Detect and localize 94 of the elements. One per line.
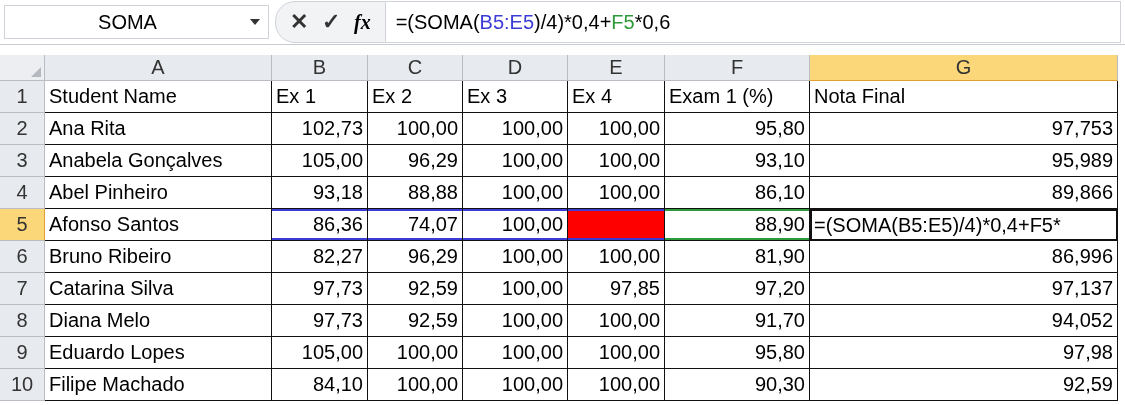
table-cell: 100,00 bbox=[568, 113, 665, 145]
table-cell: Student Name bbox=[45, 81, 272, 113]
table-cell: 93,10 bbox=[665, 145, 810, 177]
table-cell: 100,00 bbox=[463, 209, 568, 241]
column-header[interactable]: F bbox=[665, 55, 810, 81]
table-cell: Ex 2 bbox=[368, 81, 463, 113]
table-cell: 81,90 bbox=[665, 241, 810, 273]
enter-button[interactable]: ✓ bbox=[322, 9, 340, 35]
table-cell: 100,00 bbox=[463, 305, 568, 337]
table-cell: 100,00 bbox=[568, 337, 665, 369]
table-cell: Exam 1 (%) bbox=[665, 81, 810, 113]
table-cell: 88,90 bbox=[665, 209, 810, 241]
row-header[interactable]: 6 bbox=[0, 241, 45, 273]
column-header[interactable]: G bbox=[810, 55, 1118, 81]
row-header[interactable]: 3 bbox=[0, 145, 45, 177]
table-cell: 95,989 bbox=[810, 145, 1118, 177]
table-cell: Ex 3 bbox=[463, 81, 568, 113]
table-cell: 88,88 bbox=[368, 177, 463, 209]
table-cell: 100,00 bbox=[368, 337, 463, 369]
table-cell: 95,80 bbox=[665, 337, 810, 369]
table-cell: 100,00 bbox=[568, 177, 665, 209]
table-cell: Eduardo Lopes bbox=[45, 337, 272, 369]
table-cell: 100,00 bbox=[463, 113, 568, 145]
table-cell: 100,00 bbox=[463, 177, 568, 209]
table-cell: 100,00 bbox=[368, 369, 463, 401]
table-cell: 97,73 bbox=[272, 273, 368, 305]
row-header[interactable]: 8 bbox=[0, 305, 45, 337]
table-cell: 100,00 bbox=[568, 305, 665, 337]
column-header[interactable]: C bbox=[368, 55, 463, 81]
table-cell: 102,73 bbox=[272, 113, 368, 145]
row-header[interactable]: 7 bbox=[0, 273, 45, 305]
cell-editor[interactable]: =(SOMA(B5:E5)/4)*0,4+F5* bbox=[810, 209, 1118, 241]
table-cell: 96,29 bbox=[368, 241, 463, 273]
formula-field[interactable]: =(SOMA(B5:E5)/4)*0,4+F5*0,6 bbox=[385, 1, 1121, 43]
table-cell: Ex 4 bbox=[568, 81, 665, 113]
table-cell: 97,137 bbox=[810, 273, 1118, 305]
table-cell: 100,00 bbox=[463, 273, 568, 305]
table-cell: Anabela Gonçalves bbox=[45, 145, 272, 177]
table-cell: Nota Final bbox=[810, 81, 1118, 113]
table-cell: 100,00 bbox=[463, 337, 568, 369]
caret-icon[interactable] bbox=[250, 19, 260, 25]
table-cell: 90,30 bbox=[665, 369, 810, 401]
table-cell: 100,00 bbox=[568, 145, 665, 177]
table-cell: 91,70 bbox=[665, 305, 810, 337]
table-cell: Afonso Santos bbox=[45, 209, 272, 241]
table-cell: 86,36 bbox=[272, 209, 368, 241]
row-header[interactable]: 1 bbox=[0, 81, 45, 113]
cancel-button[interactable]: ✕ bbox=[290, 9, 308, 35]
corner-triangle-icon bbox=[31, 67, 41, 77]
table-cell: 86,10 bbox=[665, 177, 810, 209]
insert-function-button[interactable]: fx bbox=[354, 10, 371, 34]
table-cell: Diana Melo bbox=[45, 305, 272, 337]
table-cell: Ex 1 bbox=[272, 81, 368, 113]
table-cell: Catarina Silva bbox=[45, 273, 272, 305]
table-cell: 96,29 bbox=[368, 145, 463, 177]
table-cell: 97,753 bbox=[810, 113, 1118, 145]
table-cell: 86,996 bbox=[810, 241, 1118, 273]
table-cell: 82,27 bbox=[272, 241, 368, 273]
table-cell: 94,052 bbox=[810, 305, 1118, 337]
column-header[interactable]: B bbox=[272, 55, 368, 81]
table-cell: 92,59 bbox=[368, 273, 463, 305]
table-cell: 105,00 bbox=[272, 145, 368, 177]
table-cell: 100,00 bbox=[463, 369, 568, 401]
row-header[interactable]: 5 bbox=[0, 209, 45, 241]
table-cell: 89,866 bbox=[810, 177, 1118, 209]
table-cell: Bruno Ribeiro bbox=[45, 241, 272, 273]
table-cell: 97,20 bbox=[665, 273, 810, 305]
name-box-value: SOMA bbox=[97, 10, 158, 34]
table-cell: Abel Pinheiro bbox=[45, 177, 272, 209]
table-cell: 105,00 bbox=[272, 337, 368, 369]
table-cell: 97,73 bbox=[272, 305, 368, 337]
table-cell: 93,18 bbox=[272, 177, 368, 209]
table-cell: 92,59 bbox=[368, 305, 463, 337]
table-cell: 95,80 bbox=[665, 113, 810, 145]
table-cell: 92,59 bbox=[810, 369, 1118, 401]
table-cell: 74,07 bbox=[368, 209, 463, 241]
table-cell: 100,00 bbox=[463, 241, 568, 273]
column-header[interactable]: D bbox=[463, 55, 568, 81]
table-cell: 100,00 bbox=[568, 241, 665, 273]
table-cell: 97,98 bbox=[810, 337, 1118, 369]
row-header[interactable]: 10 bbox=[0, 369, 45, 401]
table-cell: Filipe Machado bbox=[45, 369, 272, 401]
row-header[interactable]: 2 bbox=[0, 113, 45, 145]
row-header[interactable]: 9 bbox=[0, 337, 45, 369]
table-cell: Ana Rita bbox=[45, 113, 272, 145]
column-header[interactable]: A bbox=[45, 55, 272, 81]
column-header[interactable]: E bbox=[568, 55, 665, 81]
table-cell: 84,10 bbox=[272, 369, 368, 401]
table-cell: 100,00 bbox=[368, 113, 463, 145]
row-header[interactable]: 4 bbox=[0, 177, 45, 209]
table-cell: 100,00 bbox=[568, 369, 665, 401]
table-cell: 97,85 bbox=[568, 273, 665, 305]
table-cell: 100,00 bbox=[463, 145, 568, 177]
name-box[interactable]: SOMA bbox=[4, 5, 269, 39]
